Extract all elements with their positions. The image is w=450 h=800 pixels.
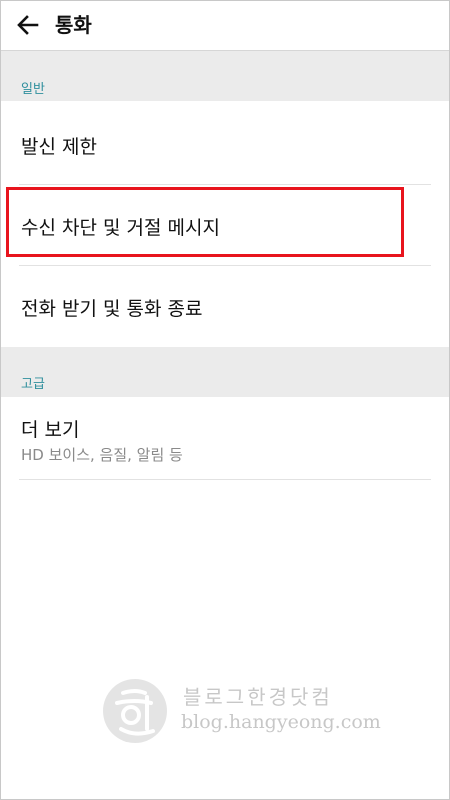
list-item-label: 더 보기 — [21, 419, 80, 441]
watermark-title: 블로그한경닷컴 — [183, 685, 333, 709]
list-item-answer-end-calls[interactable]: 전화 받기 및 통화 종료 — [1, 266, 449, 346]
list-item-label: 발신 제한 — [21, 136, 97, 158]
list-item-label: 전화 받기 및 통화 종료 — [21, 298, 203, 320]
watermark: 블로그한경닷컴 blog.hangyeong.com — [101, 677, 381, 747]
section-label-general: 일반 — [21, 82, 45, 97]
arrow-left-icon — [17, 15, 39, 35]
section-header-general: 일반 — [1, 51, 449, 101]
section-header-advanced: 고급 — [1, 347, 449, 397]
list-item-call-restriction[interactable]: 발신 제한 — [1, 102, 449, 184]
app-bar: 통화 — [1, 1, 449, 51]
watermark-url: blog.hangyeong.com — [181, 711, 381, 733]
call-settings-screen: 통화 일반 발신 제한 수신 차단 및 거절 메시지 전화 받기 및 통화 종료… — [0, 0, 450, 800]
divider — [19, 479, 431, 480]
page-title: 통화 — [55, 13, 92, 37]
back-button[interactable] — [9, 7, 47, 43]
list-item-sublabel: HD 보이스, 음질, 알림 등 — [21, 446, 183, 464]
section-label-advanced: 고급 — [21, 377, 45, 392]
list-item-more[interactable]: 더 보기 HD 보이스, 음질, 알림 등 — [1, 398, 449, 478]
highlight-box — [6, 187, 404, 257]
blog-logo-icon — [103, 679, 167, 743]
